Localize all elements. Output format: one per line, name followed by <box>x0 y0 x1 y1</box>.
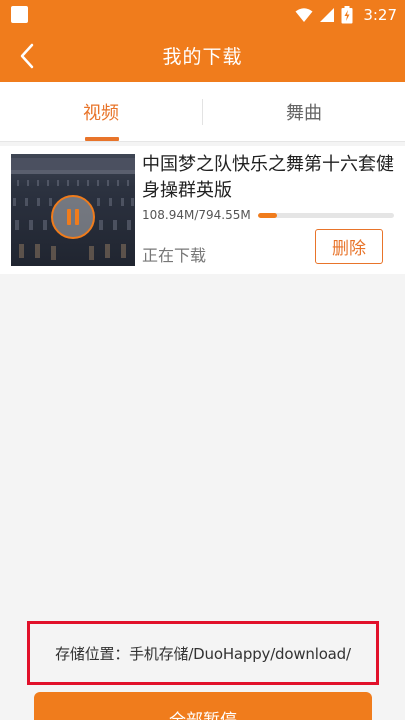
download-status: 正在下载 <box>142 246 207 265</box>
pause-all-button[interactable]: 全部暂停 <box>34 692 372 720</box>
video-thumbnail[interactable] <box>11 154 135 266</box>
page-title: 我的下载 <box>162 46 243 68</box>
tab-dance[interactable]: 舞曲 <box>203 82 405 142</box>
battery-icon <box>341 6 353 24</box>
notification-icon <box>11 6 28 23</box>
status-time: 3:27 <box>363 6 397 24</box>
pause-icon-bar <box>75 209 79 225</box>
tab-video[interactable]: 视频 <box>0 82 202 142</box>
download-size: 108.94M/794.55M <box>142 208 251 222</box>
wifi-icon <box>295 8 313 22</box>
tab-bar: 视频 舞曲 <box>0 82 405 142</box>
download-item[interactable]: 中国梦之队快乐之舞第十六套健身操群英版 108.94M/794.55M 正在下载… <box>0 146 405 274</box>
download-progress-fill <box>258 213 277 218</box>
status-bar: 3:27 <box>0 0 405 30</box>
status-icons: 3:27 <box>295 4 397 26</box>
active-tab-indicator <box>85 137 119 141</box>
pause-icon <box>67 209 71 225</box>
app-header: 我的下载 <box>0 30 405 82</box>
video-title: 中国梦之队快乐之舞第十六套健身操群英版 <box>142 154 394 201</box>
download-progress-bar <box>258 213 394 218</box>
storage-location-text: 存储位置：手机存储/DuoHappy/download/ <box>55 644 351 663</box>
pause-button[interactable] <box>51 195 95 239</box>
delete-button[interactable]: 删除 <box>315 229 383 264</box>
signal-icon <box>320 8 335 22</box>
storage-location-box: 存储位置：手机存储/DuoHappy/download/ <box>27 621 379 685</box>
